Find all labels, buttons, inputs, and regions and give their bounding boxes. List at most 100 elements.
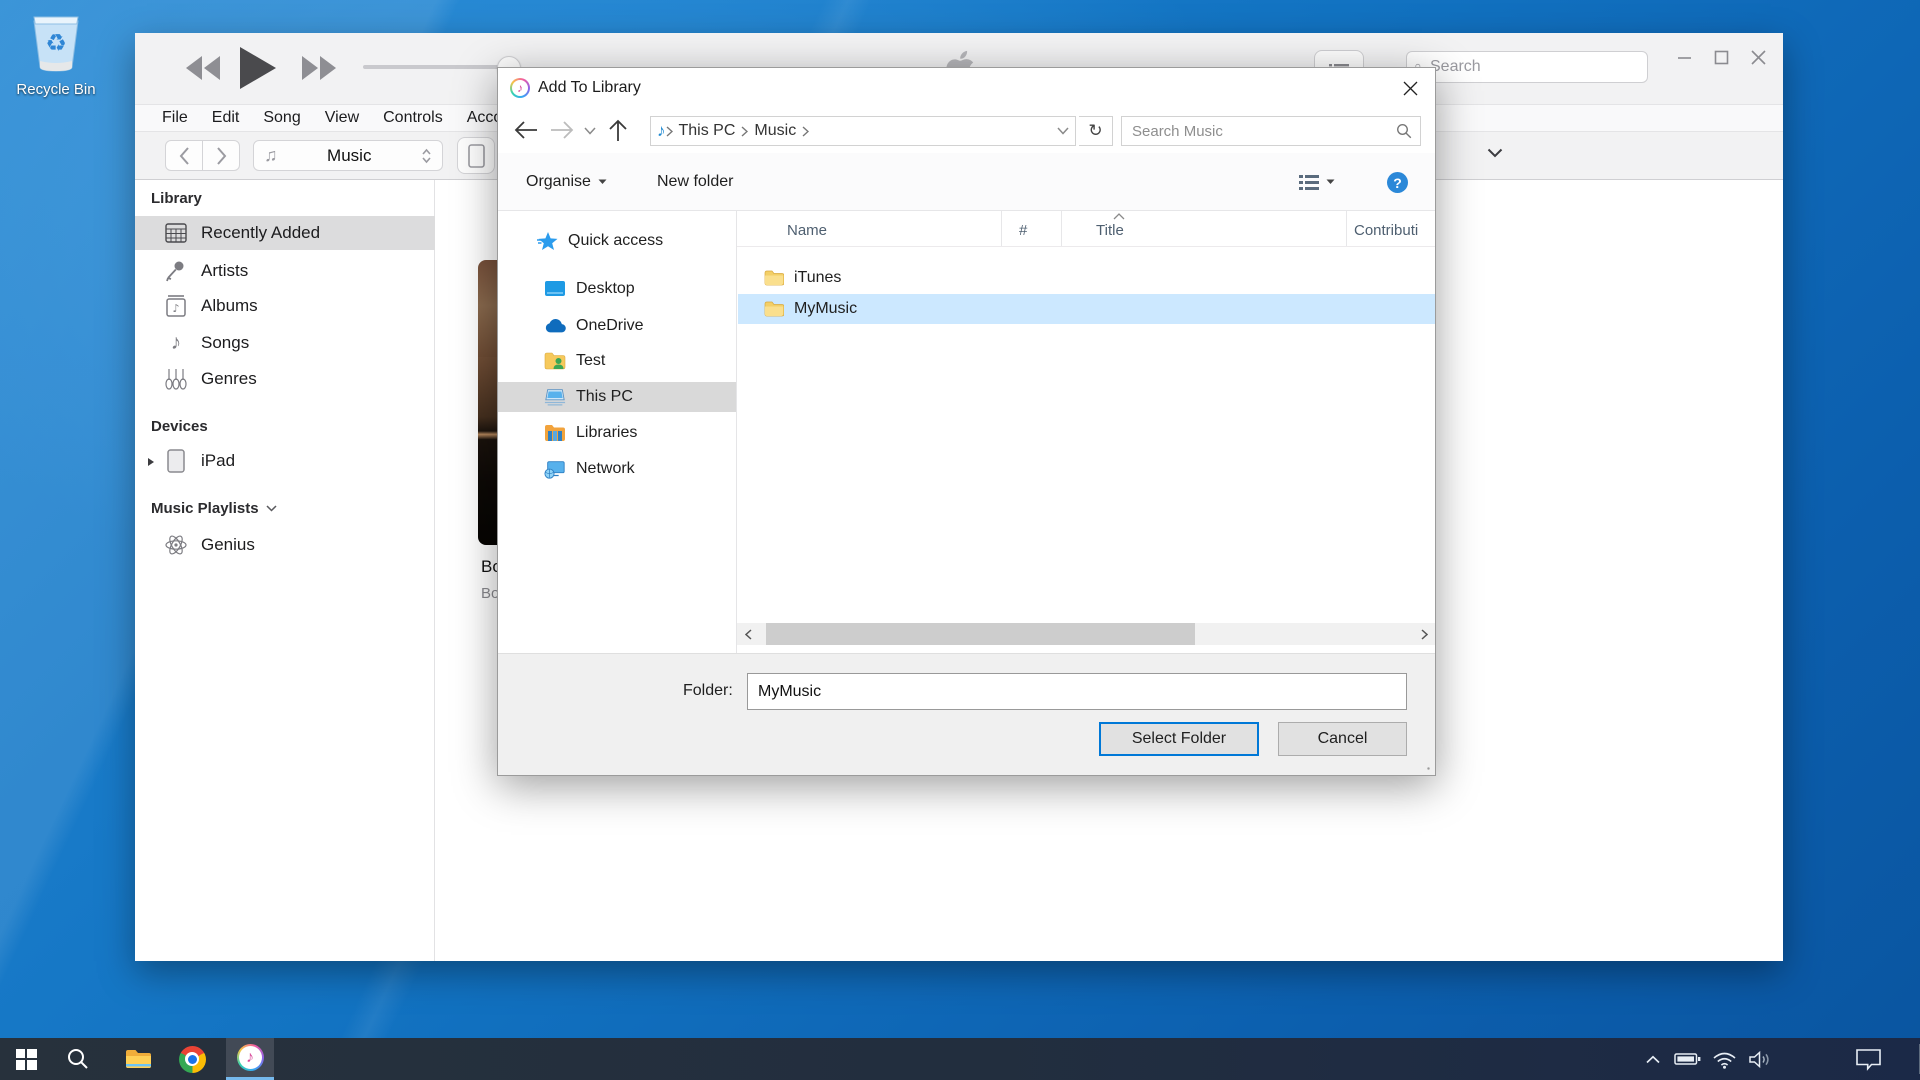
forward-button[interactable] [202,140,240,171]
column-title[interactable]: Title [1096,222,1124,239]
address-bar[interactable]: ♪ This PC Music [650,116,1076,146]
new-folder-label: New folder [657,173,733,191]
chevron-right-icon [1421,629,1428,640]
back-arrow-icon[interactable] [514,120,538,140]
expand-caret-icon[interactable] [147,457,155,467]
close-button[interactable] [1742,42,1774,72]
playlists-header-row[interactable]: Music Playlists [151,500,277,517]
library-header: Library [151,190,202,207]
new-folder-button[interactable]: New folder [657,153,733,210]
tray-wifi-button[interactable] [1710,1038,1738,1080]
sidebar-item-this-pc[interactable]: This PC [498,382,736,412]
sidebar-item-ipad[interactable]: iPad [135,444,435,478]
dialog-search-input[interactable] [1130,122,1396,141]
file-row-mymusic[interactable]: MyMusic [738,294,1435,324]
dialog-title-bar[interactable]: ♪ Add To Library [498,68,1435,108]
column-separator[interactable] [1346,211,1347,246]
minimize-button[interactable] [1668,42,1700,72]
select-folder-button[interactable]: Select Folder [1099,722,1259,756]
horizontal-scrollbar[interactable] [737,623,1435,645]
scroll-left-button[interactable] [737,623,759,645]
menu-song[interactable]: Song [251,109,312,127]
sidebar-item-quick-access[interactable]: Quick access [498,226,736,256]
recent-locations-chevron-icon[interactable] [584,127,596,135]
svg-text:♪: ♪ [172,302,179,315]
filter-chevron-down-icon[interactable] [1487,148,1503,158]
column-contributing-artists[interactable]: Contributi [1354,222,1418,239]
help-button[interactable]: ? [1387,172,1408,193]
itunes-search-box[interactable] [1406,51,1648,83]
sidebar-item-label: This PC [576,388,633,406]
taskbar-search-button[interactable] [54,1038,102,1080]
forward-arrow-icon[interactable] [550,120,574,140]
address-dropdown-chevron-icon[interactable] [1057,127,1069,135]
menu-file[interactable]: File [150,109,200,127]
cancel-label: Cancel [1318,730,1368,748]
action-center-button[interactable] [1850,1038,1886,1080]
view-mode-button[interactable] [1298,153,1335,210]
tray-expand-button[interactable] [1640,1038,1666,1080]
sidebar-item-songs[interactable]: ♪ Songs [135,326,435,360]
music-note-icon: ♫ [264,145,278,166]
fast-forward-icon[interactable] [301,55,337,81]
sidebar-item-genres[interactable]: Genres [135,362,435,396]
tray-battery-button[interactable] [1672,1038,1702,1080]
volume-slider[interactable] [363,65,515,69]
breadcrumb-music[interactable]: Music [748,122,802,140]
recycle-bin-icon: ♻ [29,12,83,74]
battery-icon [1674,1052,1701,1066]
sort-ascending-icon[interactable] [1113,213,1125,220]
sidebar-item-network[interactable]: Network [498,454,736,484]
dialog-search-box[interactable] [1121,116,1421,146]
media-type-selector[interactable]: ♫ Music [253,140,443,171]
sidebar-item-test[interactable]: Test [498,346,736,376]
tray-volume-button[interactable] [1746,1038,1774,1080]
refresh-button[interactable]: ↻ [1079,116,1113,146]
sidebar-item-genius[interactable]: Genius [135,528,435,562]
column-separator[interactable] [1061,211,1062,246]
start-button[interactable] [2,1038,50,1080]
cancel-button[interactable]: Cancel [1278,722,1407,756]
scroll-right-button[interactable] [1413,623,1435,645]
file-name: iTunes [794,269,841,287]
column-number[interactable]: # [1019,222,1027,239]
taskbar-itunes-button[interactable]: ♪ [226,1038,274,1080]
sidebar-item-recently-added[interactable]: Recently Added [135,216,435,250]
sidebar-item-onedrive[interactable]: OneDrive [498,311,736,341]
up-arrow-icon[interactable] [608,119,628,142]
sidebar-item-label: Genres [201,369,257,389]
wifi-icon [1712,1050,1737,1069]
folder-name-input[interactable] [747,673,1407,710]
column-name[interactable]: Name [787,222,827,239]
breadcrumb-this-pc[interactable]: This PC [673,122,742,140]
dialog-nav-bar: ♪ This PC Music ↻ [498,108,1435,153]
music-note-icon: ♪ [163,331,189,355]
grid-icon [163,223,189,243]
maximize-button[interactable] [1705,42,1737,72]
device-button[interactable] [457,137,495,174]
itunes-search-input[interactable] [1428,57,1639,77]
taskbar-file-explorer-button[interactable] [114,1038,162,1080]
play-icon[interactable] [239,46,277,90]
sidebar-item-albums[interactable]: ♪ Albums [135,289,435,323]
dialog-close-button[interactable] [1385,68,1435,108]
sidebar-item-artists[interactable]: Artists [135,254,435,288]
menu-edit[interactable]: Edit [200,109,252,127]
sidebar-item-desktop[interactable]: Desktop [498,274,736,304]
volume-icon [1748,1050,1772,1069]
recycle-bin-desktop-icon[interactable]: ♻ Recycle Bin [14,12,98,98]
rewind-icon[interactable] [185,55,221,81]
taskbar-chrome-button[interactable] [168,1038,216,1080]
organise-button[interactable]: Organise [526,153,607,210]
back-button[interactable] [165,140,203,171]
column-separator[interactable] [1001,211,1002,246]
file-row-itunes[interactable]: iTunes [738,263,1435,293]
sidebar-item-libraries[interactable]: Libraries [498,418,736,448]
scrollbar-thumb[interactable] [766,623,1195,645]
resize-grip[interactable] [1422,762,1432,772]
user-folder-icon [544,352,566,370]
menu-view[interactable]: View [313,109,371,127]
recycle-bin-label: Recycle Bin [14,81,98,98]
menu-controls[interactable]: Controls [371,109,455,127]
guitars-icon [163,368,189,390]
